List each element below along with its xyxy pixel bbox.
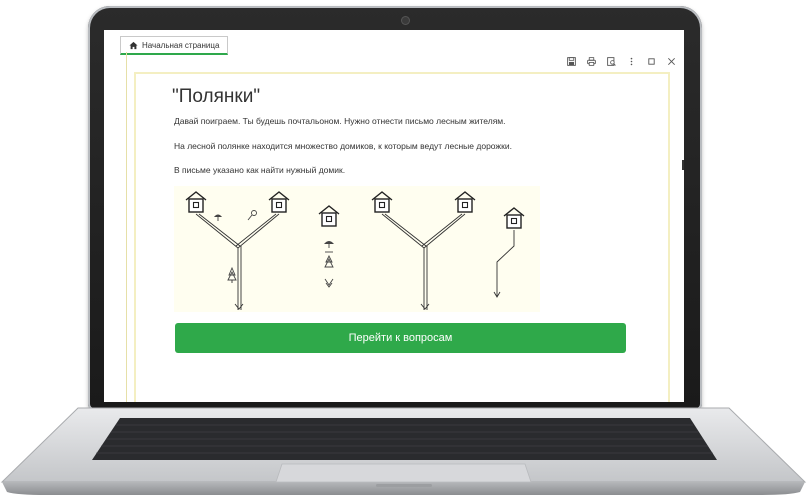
paths-illustration (174, 186, 540, 312)
close-icon[interactable] (667, 57, 676, 66)
tab-label: Начальная страница (142, 40, 220, 50)
page-title: "Полянки" (172, 86, 261, 107)
save-icon[interactable] (567, 57, 576, 66)
house-icon (503, 207, 525, 229)
preview-icon[interactable] (607, 57, 616, 66)
window-controls (567, 57, 676, 66)
intro-paragraph: Давай поиграем. Ты будешь почтальоном. Н… (174, 116, 506, 126)
description-paragraph: На лесной полянке находится множество до… (174, 141, 512, 151)
mushroom-icon (324, 241, 334, 248)
grass-icon (324, 278, 334, 288)
go-to-questions-button[interactable]: Перейти к вопросам (175, 323, 626, 353)
mushroom-icon (214, 214, 222, 221)
flower-icon (247, 210, 257, 221)
house-icon (185, 191, 207, 213)
maximize-icon[interactable] (647, 57, 656, 66)
laptop-base (0, 400, 807, 496)
camera-icon (402, 17, 409, 24)
house-icon (318, 205, 340, 227)
hint-paragraph: В письме указано как найти нужный домик. (174, 165, 346, 175)
laptop-screen: Начальная страница "Полянки" Давай поигр… (104, 30, 684, 402)
home-icon (129, 41, 138, 49)
tree-icon (227, 266, 237, 283)
house-icon (371, 191, 393, 213)
tree-icon (324, 254, 334, 268)
more-icon[interactable] (627, 57, 636, 66)
scroll-marker (682, 160, 684, 170)
house-icon (268, 191, 290, 213)
tab-bar: Начальная страница (104, 30, 684, 55)
print-icon[interactable] (587, 57, 596, 66)
house-icon (454, 191, 476, 213)
